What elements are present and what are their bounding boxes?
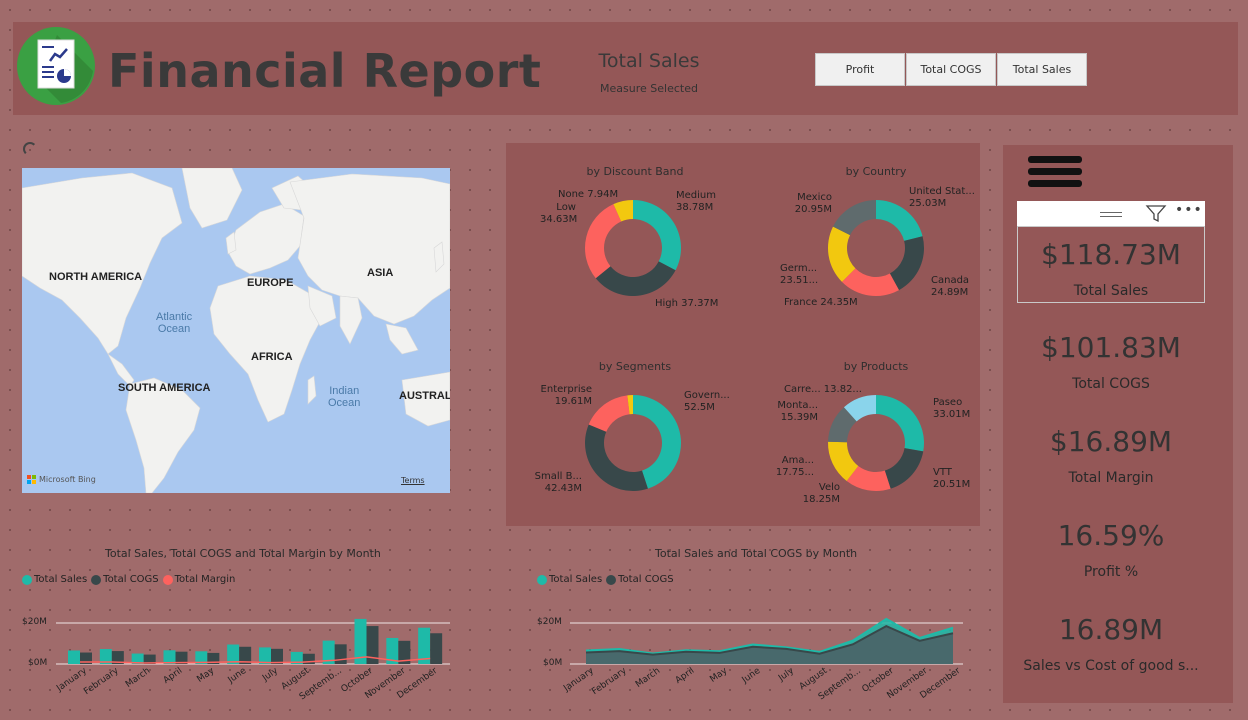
bottom-charts-svg bbox=[56, 617, 963, 665]
bar-total-sales-0[interactable] bbox=[68, 650, 80, 664]
bar-total-cogs-8[interactable] bbox=[334, 644, 347, 664]
bar-total-cogs-11[interactable] bbox=[430, 633, 443, 664]
bar-total-sales-6[interactable] bbox=[259, 647, 271, 664]
